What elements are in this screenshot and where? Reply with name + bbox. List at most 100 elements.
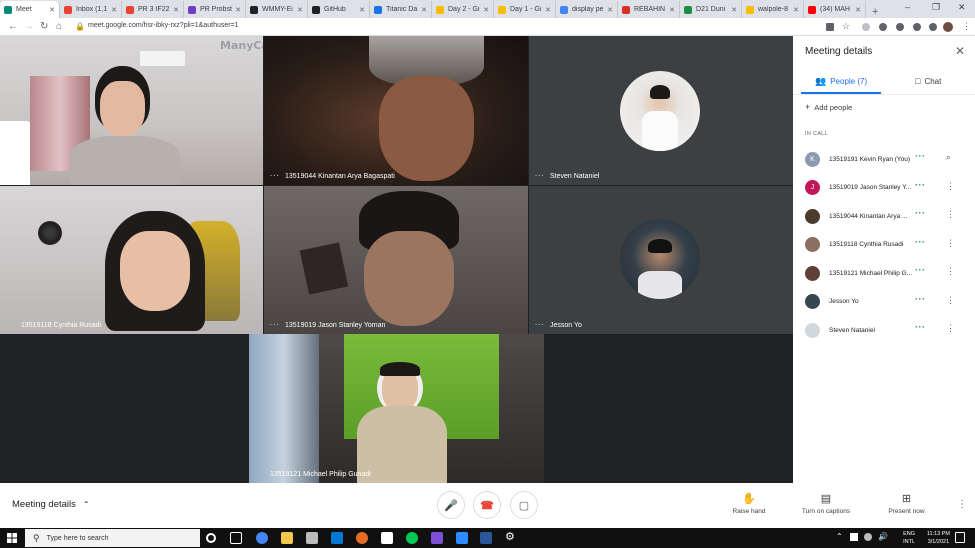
more-options-icon[interactable]: ⋮	[946, 323, 955, 334]
clock[interactable]: 11:13 PM 3/1/2021	[927, 530, 950, 546]
more-options-icon[interactable]: ⋮	[946, 238, 955, 249]
present-button[interactable]: ⊞ Present now	[884, 492, 929, 515]
tab-close-icon[interactable]: ✕	[359, 6, 365, 14]
captions-button[interactable]: ▤ Turn on captions	[797, 492, 855, 515]
leave-call-button[interactable]: ☎	[473, 491, 501, 519]
minimize-icon[interactable]: –	[905, 2, 910, 12]
notion-icon[interactable]	[381, 532, 393, 544]
store-icon[interactable]	[306, 532, 318, 544]
video-tile[interactable]: ··· Jesson Yo	[529, 186, 793, 334]
browser-tab[interactable]: Meet ✕	[0, 1, 60, 18]
browser-tab[interactable]: Day 1 - Gi ✕	[494, 1, 556, 18]
app-icon[interactable]	[431, 532, 443, 544]
settings-icon[interactable]: ⚙	[505, 530, 517, 543]
add-people-button[interactable]: + Add people	[805, 102, 852, 112]
tab-close-icon[interactable]: ✕	[235, 6, 241, 14]
more-options-icon[interactable]: ···	[535, 322, 545, 329]
pin-icon[interactable]: ⌕	[946, 152, 951, 163]
participant-row[interactable]: 13519044 Kinantan Arya ... ··· ⋮	[805, 206, 970, 226]
tab-close-icon[interactable]: ✕	[669, 6, 675, 14]
more-options-icon[interactable]: ⋮	[946, 295, 955, 306]
participant-row[interactable]: Steven Nataniel ··· ⋮	[805, 320, 970, 340]
close-panel-icon[interactable]: ✕	[955, 44, 965, 58]
task-view-icon[interactable]	[230, 532, 242, 544]
tab-close-icon[interactable]: ✕	[545, 6, 551, 14]
line-icon[interactable]	[406, 532, 418, 544]
browser-tab[interactable]: Inbox (1,1 ✕	[60, 1, 122, 18]
new-tab-button[interactable]: +	[866, 6, 884, 18]
more-options-icon[interactable]: ⋮	[946, 266, 955, 277]
tab-close-icon[interactable]: ✕	[483, 6, 489, 14]
extension-icon[interactable]	[896, 23, 904, 31]
browser-tab[interactable]: PR Probst ✕	[184, 1, 246, 18]
volume-icon[interactable]: 🔊	[878, 532, 888, 541]
tab-close-icon[interactable]: ✕	[297, 6, 303, 14]
video-tile[interactable]: ··· 13519121 Michael Philip Gunadi	[249, 334, 544, 483]
word-icon[interactable]	[480, 532, 492, 544]
browser-tab[interactable]: Titanic Da ✕	[370, 1, 432, 18]
star-icon[interactable]: ☆	[842, 21, 850, 32]
notifications-icon[interactable]	[955, 532, 965, 543]
participant-row[interactable]: 13519121 Michael Philip G... ··· ⋮	[805, 263, 970, 283]
windows-logo-icon[interactable]	[7, 533, 17, 543]
meeting-details-button[interactable]: Meeting details ⌃	[12, 499, 90, 510]
tray-chevron-icon[interactable]: ⌃	[836, 532, 843, 541]
more-options-icon[interactable]: ···	[255, 471, 265, 478]
tab-close-icon[interactable]: ✕	[607, 6, 613, 14]
microphone-button[interactable]: 🎤	[437, 491, 465, 519]
network-icon[interactable]	[864, 533, 872, 541]
tab-close-icon[interactable]: ✕	[173, 6, 179, 14]
browser-tab[interactable]: PR 3 IF22 ✕	[122, 1, 184, 18]
video-tile[interactable]: ··· Steven Nataniel	[529, 36, 793, 185]
browser-tab[interactable]: GitHub ✕	[308, 1, 370, 18]
browser-tab[interactable]: walpole-8 ✕	[742, 1, 804, 18]
participant-row[interactable]: K 13519191 Kevin Ryan (You) ··· ⌕	[805, 149, 970, 169]
tab-close-icon[interactable]: ✕	[731, 6, 737, 14]
tab-close-icon[interactable]: ✕	[421, 6, 427, 14]
menu-icon[interactable]: ⋮	[962, 21, 971, 32]
participant-row[interactable]: 13519118 Cynthia Rusadi ··· ⋮	[805, 235, 970, 255]
more-options-icon[interactable]: ⋮	[946, 181, 955, 192]
video-tile[interactable]: ManyCam	[0, 36, 263, 185]
browser-tab[interactable]: REBAHIN ✕	[618, 1, 680, 18]
mail-icon[interactable]	[331, 532, 343, 544]
more-options-icon[interactable]: ⋮	[957, 499, 967, 510]
camera-button[interactable]: ▢	[510, 491, 538, 519]
cortana-icon[interactable]	[206, 533, 216, 543]
more-options-icon[interactable]: ···	[270, 173, 280, 180]
language-indicator[interactable]: ENG INTL	[903, 530, 915, 546]
participant-row[interactable]: Jesson Yo ··· ⋮	[805, 292, 970, 312]
home-icon[interactable]: ⌂	[56, 21, 62, 32]
app-icon[interactable]	[456, 532, 468, 544]
chrome-icon[interactable]	[256, 532, 268, 544]
more-options-icon[interactable]: ···	[535, 173, 545, 180]
raise-hand-button[interactable]: ✋ Raise hand	[729, 492, 769, 515]
browser-tab[interactable]: WMMY-Ei ✕	[246, 1, 308, 18]
tab-close-icon[interactable]: ✕	[49, 6, 55, 14]
camera-icon[interactable]	[826, 23, 834, 31]
file-explorer-icon[interactable]	[281, 532, 293, 544]
more-options-icon[interactable]: ···	[6, 322, 16, 329]
extension-icon[interactable]	[862, 23, 870, 31]
video-tile[interactable]: ··· 13519044 Kinantan Arya Bagaspati	[264, 36, 528, 185]
browser-tab[interactable]: Day 2 - Gi ✕	[432, 1, 494, 18]
back-icon[interactable]: ←	[8, 21, 18, 32]
tab-people[interactable]: 👥 People (7)	[815, 76, 867, 87]
media-icon[interactable]	[929, 23, 937, 31]
tab-close-icon[interactable]: ✕	[855, 6, 861, 14]
profile-avatar[interactable]	[943, 22, 953, 32]
video-tile[interactable]: ··· 13519118 Cynthia Rusadi	[0, 186, 263, 334]
video-tile[interactable]: ··· 13519019 Jason Stanley Yoman	[264, 186, 528, 334]
taskbar-search[interactable]: ⚲ Type here to search	[25, 529, 200, 547]
browser-tab[interactable]: D21 Duni ✕	[680, 1, 742, 18]
tab-chat[interactable]: □ Chat	[915, 76, 941, 86]
close-window-icon[interactable]: ✕	[958, 2, 966, 13]
restore-icon[interactable]: ❐	[932, 2, 940, 13]
browser-tab[interactable]: (34) MAH ✕	[804, 1, 866, 18]
lock-icon[interactable]: 🔒	[75, 22, 85, 31]
extension-icon[interactable]	[879, 23, 887, 31]
tray-icon[interactable]	[850, 533, 858, 541]
participant-row[interactable]: J 13519019 Jason Stanley Y... ··· ⋮	[805, 178, 970, 198]
puzzle-icon[interactable]	[913, 23, 921, 31]
browser-tab[interactable]: display pe ✕	[556, 1, 618, 18]
